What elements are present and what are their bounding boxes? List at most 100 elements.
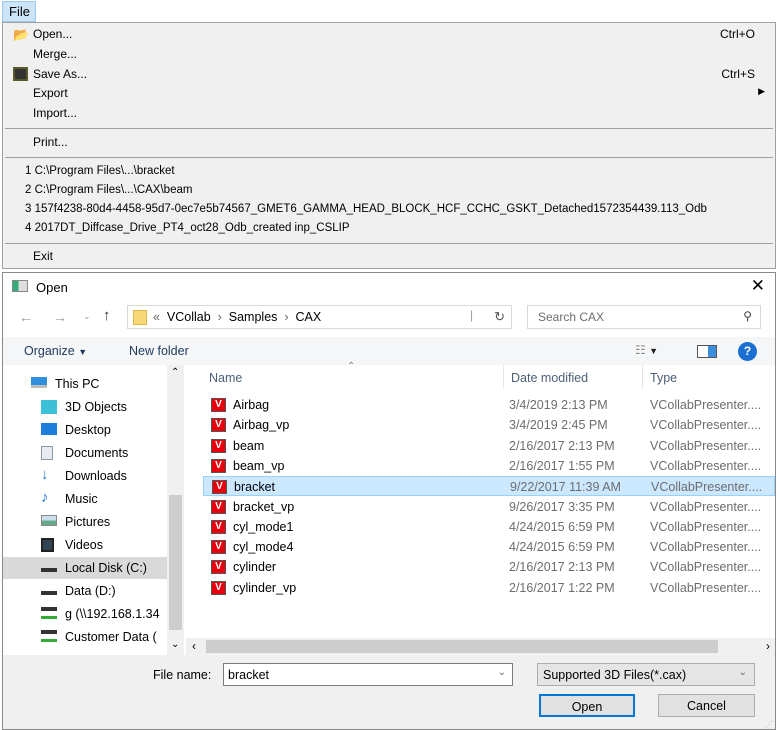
nav-downloads[interactable]: ↓ Downloads: [3, 465, 167, 487]
scroll-down-icon[interactable]: ⌄: [171, 639, 179, 650]
menu-item-exit[interactable]: Exit: [33, 249, 53, 263]
recent-file-1[interactable]: 1 C:\Program Files\...\bracket: [25, 165, 175, 177]
menu-item-print[interactable]: Print...: [33, 135, 68, 149]
file-row[interactable]: V bracket_vp 9/26/2017 3:35 PM VCollabPr…: [203, 497, 775, 517]
file-row[interactable]: V beam 2/16/2017 2:13 PM VCollabPresente…: [203, 436, 775, 456]
chevron-down-icon[interactable]: ⌄: [498, 667, 506, 678]
vcollab-file-icon: V: [212, 480, 227, 495]
forward-arrow-icon[interactable]: →: [53, 309, 67, 325]
file-date: 3/4/2019 2:45 PM: [509, 418, 608, 433]
column-header-date[interactable]: Date modified: [511, 365, 588, 389]
submenu-arrow-icon: ▶: [758, 86, 765, 96]
scrollbar-thumb[interactable]: [169, 495, 182, 630]
menu-item-open[interactable]: Open...: [33, 27, 72, 41]
file-row[interactable]: V bracket 9/22/2017 11:39 AM VCollabPres…: [203, 476, 775, 497]
file-date: 2/16/2017 2:13 PM: [509, 560, 615, 575]
network-drive-icon: [41, 630, 57, 642]
file-row[interactable]: V beam_vp 2/16/2017 1:55 PM VCollabPrese…: [203, 456, 775, 476]
recent-file-2[interactable]: 2 C:\Program Files\...\CAX\beam: [25, 184, 192, 196]
menu-item-import[interactable]: Import...: [33, 106, 77, 120]
file-list: ⌃ Name Date modified Type V Airbag 3/4/2…: [201, 361, 775, 655]
file-date: 2/16/2017 1:22 PM: [509, 580, 615, 595]
address-bar[interactable]: « VCollab › Samples › CAX | ↻: [127, 305, 512, 329]
scroll-right-icon[interactable]: ›: [766, 639, 770, 653]
nav-documents[interactable]: Documents: [3, 442, 167, 464]
nav-videos[interactable]: Videos: [3, 534, 167, 556]
resize-grip-icon[interactable]: ⋰: [765, 720, 773, 729]
new-folder-button[interactable]: New folder: [129, 344, 189, 358]
column-header-type[interactable]: Type: [650, 365, 677, 389]
navigation-pane: This PC 3D Objects Desktop Documents ↓ Do…: [3, 365, 186, 655]
network-drive-icon: [41, 607, 57, 619]
nav-vertical-scrollbar[interactable]: ⌃ ⌄: [167, 365, 184, 655]
file-type: VCollabPresenter....: [650, 519, 762, 534]
back-arrow-icon[interactable]: ←: [19, 309, 33, 325]
file-type: VCollabPresenter....: [650, 418, 762, 433]
sort-ascending-icon: ⌃: [347, 361, 356, 372]
recent-locations-chevron-icon[interactable]: ⌄: [83, 311, 91, 322]
file-row[interactable]: V cylinder 2/16/2017 2:13 PM VCollabPres…: [203, 557, 775, 577]
file-row[interactable]: V cylinder_vp 2/16/2017 1:22 PM VCollabP…: [203, 578, 775, 598]
3d-objects-icon: [41, 400, 57, 414]
file-type: VCollabPresenter....: [650, 540, 762, 555]
vcollab-file-icon: V: [211, 580, 226, 595]
menu-separator: [5, 243, 773, 244]
file-row[interactable]: V cyl_mode1 4/24/2015 6:59 PM VCollabPre…: [203, 517, 775, 537]
breadcrumb-vcollab[interactable]: VCollab: [167, 310, 211, 324]
recent-file-4[interactable]: 4 2017DT_Diffcase_Drive_PT4_oct28_Odb_cr…: [25, 222, 350, 234]
view-options-icon[interactable]: ☷ ▼: [635, 343, 658, 357]
nav-this-pc[interactable]: This PC: [3, 373, 167, 395]
up-arrow-icon[interactable]: ↑: [103, 307, 111, 324]
drive-icon: [41, 561, 57, 572]
menu-item-merge[interactable]: Merge...: [33, 47, 77, 61]
close-icon[interactable]: ✕: [751, 276, 765, 296]
scroll-left-icon[interactable]: ‹: [192, 639, 196, 653]
open-button[interactable]: Open: [539, 694, 635, 717]
search-input[interactable]: Search CAX ⚲: [527, 305, 761, 329]
nav-data-d[interactable]: Data (D:): [3, 580, 167, 602]
file-name: bracket_vp: [233, 499, 295, 514]
file-type-select[interactable]: Supported 3D Files(*.cax) ⌄: [537, 663, 755, 686]
file-type: VCollabPresenter....: [650, 499, 762, 514]
file-name: Airbag: [233, 398, 270, 412]
preview-pane-icon[interactable]: [697, 345, 717, 358]
dialog-title: Open: [36, 280, 68, 295]
file-menu-button[interactable]: File: [2, 1, 36, 22]
nav-pictures[interactable]: Pictures: [3, 511, 167, 533]
file-name: Airbag_vp: [233, 418, 290, 433]
vcollab-file-icon: V: [211, 398, 226, 412]
desktop-icon: [41, 423, 57, 435]
menu-item-export[interactable]: Export: [33, 86, 68, 100]
file-type: VCollabPresenter....: [650, 398, 762, 412]
nav-network-g[interactable]: g (\\192.168.1.34: [3, 603, 167, 625]
open-folder-icon: 📂: [13, 27, 30, 42]
cancel-button[interactable]: Cancel: [658, 694, 755, 717]
file-name-input[interactable]: bracket ⌄: [223, 663, 513, 686]
recent-file-3[interactable]: 3 157f4238-80d4-4458-95d7-0ec7e5b74567_G…: [25, 203, 707, 215]
nav-customer-data[interactable]: Customer Data (: [3, 626, 167, 648]
breadcrumb-cax[interactable]: CAX: [295, 310, 321, 324]
file-row[interactable]: V Airbag_vp 3/4/2019 2:45 PM VCollabPres…: [203, 415, 775, 435]
nav-music[interactable]: ♪ Music: [3, 488, 167, 510]
breadcrumb-samples[interactable]: Samples: [229, 310, 278, 324]
floppy-disk-icon: [13, 67, 28, 81]
file-row[interactable]: V cyl_mode4 4/24/2015 6:59 PM VCollabPre…: [203, 537, 775, 557]
menu-item-save-as[interactable]: Save As...: [33, 67, 87, 81]
nav-3d-objects[interactable]: 3D Objects: [3, 396, 167, 418]
scrollbar-thumb[interactable]: [206, 640, 718, 653]
file-name: cylinder_vp: [233, 580, 297, 595]
scroll-up-icon[interactable]: ⌃: [171, 367, 179, 378]
breadcrumb-overflow[interactable]: «: [153, 310, 160, 324]
vcollab-file-icon: V: [211, 458, 226, 473]
organize-button[interactable]: Organize ▼: [24, 344, 87, 358]
file-name: cylinder: [233, 560, 277, 575]
file-row[interactable]: V Airbag 3/4/2019 2:13 PM VCollabPresent…: [203, 395, 775, 415]
help-icon[interactable]: ?: [738, 342, 757, 361]
file-name: cyl_mode1: [233, 519, 294, 534]
refresh-icon[interactable]: ↻: [494, 309, 505, 325]
nav-desktop[interactable]: Desktop: [3, 419, 167, 441]
file-name: beam_vp: [233, 458, 285, 473]
column-header-name[interactable]: Name: [209, 365, 242, 389]
nav-local-disk-c[interactable]: Local Disk (C:): [3, 557, 167, 579]
file-list-horizontal-scrollbar[interactable]: ‹ ›: [186, 638, 775, 655]
